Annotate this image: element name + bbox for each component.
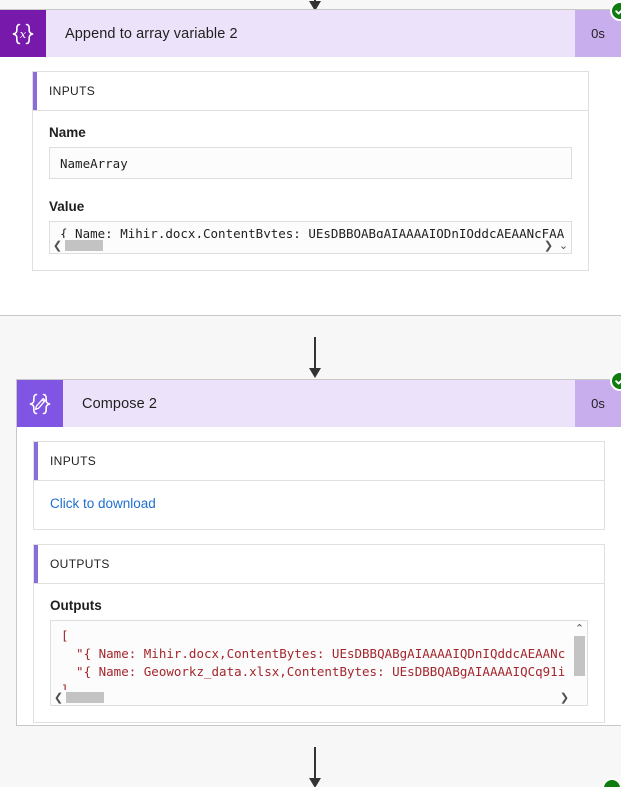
outputs-text: [ "{ Name: Mihir.docx,ContentBytes: UEsD…: [61, 628, 566, 697]
scrollbar-corner: [572, 690, 587, 705]
outputs-panel-heading: OUTPUTS: [34, 545, 604, 584]
inputs-panel-body: Click to download: [34, 481, 604, 529]
outputs-panel: OUTPUTS Outputs [ "{ Name: Mihir.docx,Co…: [33, 544, 605, 723]
connector-arrow-top: [309, 0, 321, 11]
connector-arrow-2: [309, 747, 321, 787]
outputs-panel-body: Outputs [ "{ Name: Mihir.docx,ContentByt…: [34, 584, 604, 722]
hscroll-track[interactable]: [66, 690, 557, 705]
inputs-panel: INPUTS Click to download: [33, 441, 605, 530]
action-body: INPUTS Name NameArray Value { Name: Mihi…: [0, 57, 621, 289]
scroll-right-icon[interactable]: ❯: [541, 238, 556, 253]
scroll-left-icon[interactable]: ❮: [51, 690, 66, 705]
action-header[interactable]: x Append to array variable 2 0s: [0, 1, 621, 57]
hscroll-thumb[interactable]: [66, 692, 104, 703]
next-action-status-badge: [602, 778, 621, 787]
action-header[interactable]: Compose 2 0s: [17, 371, 621, 427]
value-field-viewer[interactable]: { Name: Mihir.docx,ContentBytes: UEsDBBQ…: [49, 221, 572, 254]
hscroll-thumb[interactable]: [65, 240, 103, 251]
inputs-panel-heading: INPUTS: [34, 442, 604, 481]
inputs-panel-body: Name NameArray Value { Name: Mihir.docx,…: [33, 111, 588, 270]
scroll-up-icon[interactable]: ⌃: [572, 621, 587, 636]
action-card-append-to-array-variable-2[interactable]: x Append to array variable 2 0s INPUTS N…: [0, 1, 621, 316]
name-field-text: NameArray: [60, 156, 128, 171]
outputs-horizontal-scrollbar[interactable]: ❮ ❯ ⌄: [51, 690, 587, 705]
inputs-panel: INPUTS Name NameArray Value { Name: Mihi…: [32, 71, 589, 271]
variable-braces-icon: x: [0, 10, 46, 57]
scroll-left-icon[interactable]: ❮: [50, 238, 65, 253]
svg-text:x: x: [20, 27, 27, 41]
scroll-right-icon[interactable]: ❯: [557, 690, 572, 705]
outputs-viewer[interactable]: [ "{ Name: Mihir.docx,ContentBytes: UEsD…: [50, 620, 588, 706]
inputs-panel-heading: INPUTS: [33, 72, 588, 111]
connector-arrow-1: [309, 337, 321, 378]
value-field-label: Value: [49, 199, 85, 214]
hscroll-track[interactable]: [65, 238, 541, 253]
flow-run-canvas: x Append to array variable 2 0s INPUTS N…: [0, 0, 621, 787]
action-body: INPUTS Click to download OUTPUTS Outputs…: [17, 427, 621, 741]
outputs-field-label: Outputs: [50, 598, 102, 613]
value-horizontal-scrollbar[interactable]: ❮ ❯ ⌄: [50, 238, 571, 253]
name-field-label: Name: [49, 125, 86, 140]
click-to-download-link[interactable]: Click to download: [50, 496, 156, 511]
action-title: Compose 2: [82, 395, 158, 412]
vscroll-thumb[interactable]: [574, 636, 585, 676]
action-card-compose-2[interactable]: Compose 2 0s INPUTS Click to download OU…: [16, 371, 621, 726]
compose-pencil-icon: [17, 380, 63, 427]
scroll-down-icon[interactable]: ⌄: [556, 238, 571, 253]
name-field-value[interactable]: NameArray: [49, 147, 572, 179]
action-title: Append to array variable 2: [65, 25, 238, 42]
